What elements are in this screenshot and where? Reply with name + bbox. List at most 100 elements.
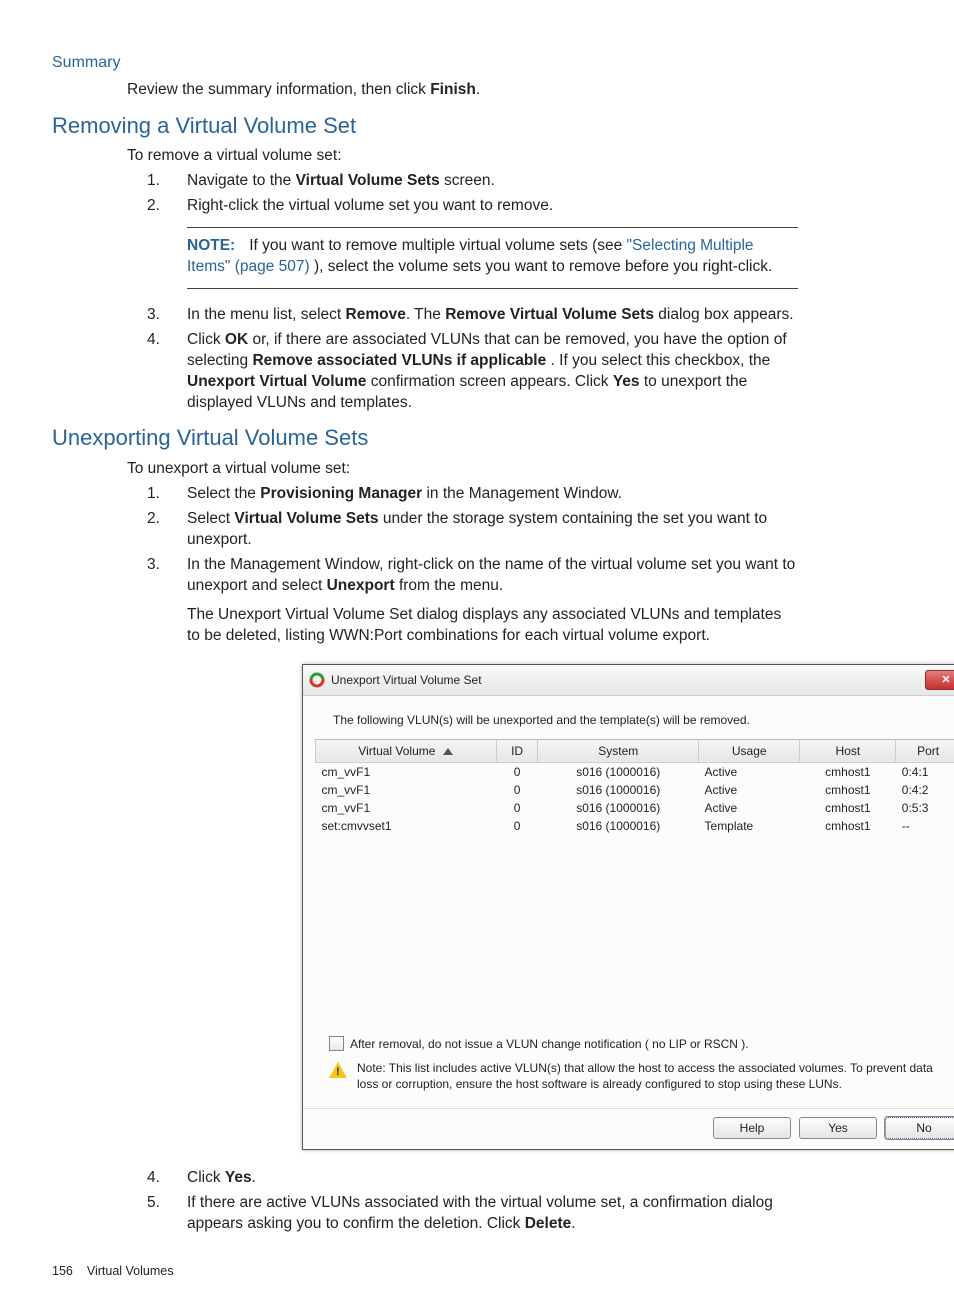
list-item: 2. Right-click the virtual volume set yo… xyxy=(147,196,798,289)
unexporting-intro: To unexport a virtual volume set: xyxy=(127,459,798,480)
table-row[interactable]: cm_vvF1 0 s016 (1000016) Active cmhost1 … xyxy=(316,799,954,817)
list-item: 1. Navigate to the Virtual Volume Sets s… xyxy=(147,171,798,192)
cell: s016 (1000016) xyxy=(538,762,699,781)
table-row[interactable]: set:cmvvset1 0 s016 (1000016) Template c… xyxy=(316,817,954,835)
cell: 0 xyxy=(496,762,538,781)
cell: s016 (1000016) xyxy=(538,781,699,799)
text: ), select the volume sets you want to re… xyxy=(310,258,773,275)
text: If you want to remove multiple virtual v… xyxy=(249,237,626,254)
table-row[interactable]: cm_vvF1 0 s016 (1000016) Active cmhost1 … xyxy=(316,781,954,799)
cell: Active xyxy=(699,799,800,817)
warning-row: Note: This list includes active VLUN(s) … xyxy=(329,1060,953,1092)
col-system[interactable]: System xyxy=(538,739,699,762)
heading-summary: Summary xyxy=(52,52,798,74)
text: Unexport xyxy=(327,577,395,594)
section-name: Virtual Volumes xyxy=(87,1264,174,1278)
list-item: 1. Select the Provisioning Manager in th… xyxy=(147,484,798,505)
col-usage[interactable]: Usage xyxy=(699,739,800,762)
cell: 0:4:2 xyxy=(896,781,954,799)
col-host[interactable]: Host xyxy=(800,739,896,762)
col-port[interactable]: Port xyxy=(896,739,954,762)
col-id[interactable]: ID xyxy=(496,739,538,762)
text: Yes xyxy=(225,1169,252,1186)
text: Remove xyxy=(346,306,406,323)
removing-intro: To remove a virtual volume set: xyxy=(127,146,798,167)
cell: 0:5:3 xyxy=(896,799,954,817)
text: OK xyxy=(225,331,248,348)
step-number: 4. xyxy=(147,1168,160,1189)
text: If there are active VLUNs associated wit… xyxy=(187,1194,773,1232)
text: in the Management Window. xyxy=(422,485,622,502)
cell: 0:4:1 xyxy=(896,762,954,781)
cell: cm_vvF1 xyxy=(316,799,497,817)
step-number: 1. xyxy=(147,484,160,505)
cell: -- xyxy=(896,817,954,835)
unexport-dialog: Unexport Virtual Volume Set ✕ The follow… xyxy=(302,664,954,1150)
text: Remove Virtual Volume Sets xyxy=(445,306,654,323)
list-item: 2. Select Virtual Volume Sets under the … xyxy=(147,509,798,551)
cell: cm_vvF1 xyxy=(316,762,497,781)
step-number: 1. xyxy=(147,171,160,192)
col-virtual-volume[interactable]: Virtual Volume xyxy=(316,739,497,762)
page-footer: 156Virtual Volumes xyxy=(52,1263,798,1280)
cell: set:cmvvset1 xyxy=(316,817,497,835)
dialog-title: Unexport Virtual Volume Set xyxy=(331,672,482,688)
dialog-titlebar[interactable]: Unexport Virtual Volume Set ✕ xyxy=(303,665,954,696)
help-button[interactable]: Help xyxy=(713,1117,791,1139)
text: screen. xyxy=(440,172,495,189)
text: In the menu list, select xyxy=(187,306,346,323)
step-number: 2. xyxy=(147,196,160,217)
list-item: 4. Click Yes. xyxy=(147,1168,798,1189)
close-button[interactable]: ✕ xyxy=(925,670,954,690)
text: Navigate to the xyxy=(187,172,296,189)
text: dialog box appears. xyxy=(654,306,794,323)
heading-removing: Removing a Virtual Volume Set xyxy=(52,111,798,141)
step-paragraph: The Unexport Virtual Volume Set dialog d… xyxy=(187,605,798,647)
text: Click xyxy=(187,1169,225,1186)
step-number: 3. xyxy=(147,305,160,326)
step-number: 2. xyxy=(147,509,160,530)
text: from the menu. xyxy=(395,577,504,594)
cell: s016 (1000016) xyxy=(538,799,699,817)
text: Yes xyxy=(613,373,640,390)
text: Remove associated VLUNs if applicable xyxy=(252,352,546,369)
text: Right-click the virtual volume set you w… xyxy=(187,197,553,214)
heading-unexporting: Unexporting Virtual Volume Sets xyxy=(52,423,798,453)
text: Virtual Volume Sets xyxy=(296,172,440,189)
app-icon xyxy=(309,672,325,688)
text: Review the summary information, then cli… xyxy=(127,81,430,98)
text: Finish xyxy=(430,81,476,98)
sort-ascending-icon xyxy=(443,748,453,755)
summary-text: Review the summary information, then cli… xyxy=(127,80,798,101)
text: Delete xyxy=(525,1215,572,1232)
yes-button[interactable]: Yes xyxy=(799,1117,877,1139)
cell: 0 xyxy=(496,799,538,817)
removing-steps: 1. Navigate to the Virtual Volume Sets s… xyxy=(147,171,798,413)
cell: cmhost1 xyxy=(800,781,896,799)
text: . If you select this checkbox, the xyxy=(546,352,770,369)
text: . The xyxy=(406,306,445,323)
list-item: 5. If there are active VLUNs associated … xyxy=(147,1193,798,1235)
dialog-description: The following VLUN(s) will be unexported… xyxy=(333,712,954,728)
text: Provisioning Manager xyxy=(260,485,422,502)
text: confirmation screen appears. Click xyxy=(366,373,612,390)
text: . xyxy=(252,1169,256,1186)
cell: Active xyxy=(699,762,800,781)
warning-icon xyxy=(329,1062,347,1078)
text: . xyxy=(476,81,480,98)
table-row[interactable]: cm_vvF1 0 s016 (1000016) Active cmhost1 … xyxy=(316,762,954,781)
note-label: NOTE: xyxy=(187,237,235,254)
step-number: 5. xyxy=(147,1193,160,1214)
cell: cmhost1 xyxy=(800,799,896,817)
no-button[interactable]: No xyxy=(885,1117,954,1139)
note: NOTE: If you want to remove multiple virt… xyxy=(187,227,798,289)
vlun-table: Virtual Volume ID System Usage Host Port… xyxy=(315,739,954,1028)
cell: 0 xyxy=(496,817,538,835)
cell: cmhost1 xyxy=(800,817,896,835)
text: Unexport Virtual Volume xyxy=(187,373,366,390)
step-number: 3. xyxy=(147,555,160,576)
cell: Active xyxy=(699,781,800,799)
unexporting-steps: 1. Select the Provisioning Manager in th… xyxy=(147,484,798,1235)
checkbox[interactable] xyxy=(329,1036,344,1051)
text: Virtual Volume Sets xyxy=(234,510,378,527)
